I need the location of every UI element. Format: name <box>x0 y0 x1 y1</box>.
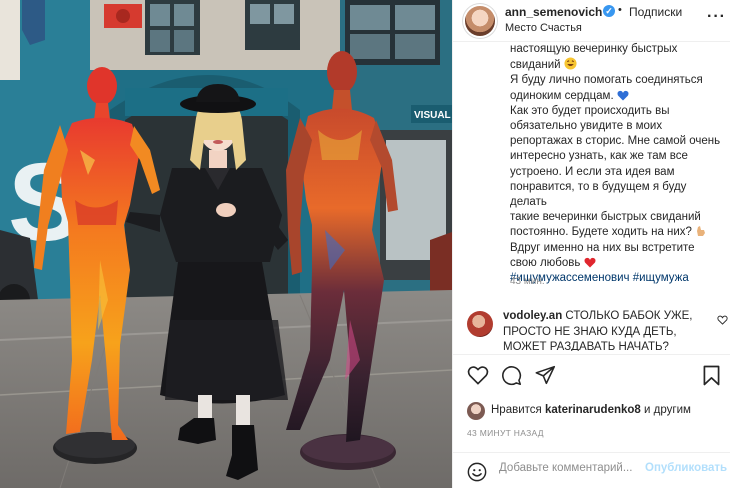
photo-scene: S VISUAL <box>0 0 452 488</box>
post-timestamp[interactable]: 43 МИНУТ НАЗАД <box>467 428 544 438</box>
red-heart-emoji-icon <box>584 257 596 268</box>
author-avatar[interactable] <box>465 6 495 36</box>
caption-line: одиноким сердцам. <box>510 89 722 104</box>
post-header: ann_semenovich ✓ • Подписки Место Счасть… <box>453 0 730 42</box>
caption-line: Как это будет происходить вы <box>510 104 670 117</box>
laughing-emoji-icon <box>564 57 577 70</box>
follow-state-button[interactable]: Подписки <box>629 5 682 19</box>
comment-body: vodoley.an СТОЛЬКО БАБОК УЖЕ, ПРОСТО НЕ … <box>503 309 703 351</box>
caption-line: понравится, то в будущем я буду делать <box>510 180 687 209</box>
more-horizontal-icon[interactable]: ··· <box>707 8 726 26</box>
comment-input[interactable] <box>499 462 639 474</box>
share-icon[interactable] <box>535 365 556 385</box>
commenter-username[interactable]: vodoley.an <box>503 310 562 322</box>
caption-line: Я буду лично помогать соединяться <box>510 74 703 87</box>
caption-line: свою любовь <box>510 256 722 271</box>
post-photo[interactable]: S VISUAL <box>0 0 452 488</box>
caption-line: постоянно. Будете ходить на них? <box>510 225 722 240</box>
comment-icon[interactable] <box>501 365 522 386</box>
publish-button[interactable]: Опубликовать <box>645 462 727 474</box>
separator-dot: • <box>618 4 622 16</box>
post-caption: настоящую вечеринку быстрых свиданий Я б… <box>510 42 722 286</box>
caption-line: такие вечеринки быстрых свиданий <box>510 211 701 224</box>
caption-line: свиданий <box>510 57 722 73</box>
add-comment-bar: Опубликовать <box>453 452 730 488</box>
likes-text: Нравится katerinarudenko8 и другим <box>491 404 691 416</box>
liker-avatar[interactable] <box>467 402 485 420</box>
commenter-avatar[interactable] <box>467 311 493 337</box>
verified-badge-icon: ✓ <box>603 5 615 17</box>
emoji-icon[interactable] <box>467 462 487 482</box>
heart-outline-icon[interactable] <box>717 315 728 325</box>
author-username[interactable]: ann_semenovich <box>505 5 602 19</box>
bookmark-icon[interactable] <box>703 365 720 386</box>
caption-line: интересно узнать, как же там все <box>510 150 688 163</box>
caption-line: настоящую вечеринку быстрых <box>510 43 678 55</box>
blue-heart-emoji-icon <box>617 90 629 101</box>
heart-icon[interactable] <box>467 365 489 385</box>
thinking-hand-emoji-icon <box>697 226 706 237</box>
action-bar <box>453 354 730 398</box>
caption-line: обязательно увидите в моих <box>510 120 663 133</box>
post-location[interactable]: Место Счастья <box>505 22 582 34</box>
caption-line: Вдруг именно на них вы встретите <box>510 241 695 254</box>
comment-item: vodoley.an СТОЛЬКО БАБОК УЖЕ, ПРОСТО НЕ … <box>467 309 730 351</box>
post-panel: ann_semenovich ✓ • Подписки Место Счасть… <box>452 0 730 488</box>
sign-text: VISUAL <box>414 110 451 121</box>
liker-username[interactable]: katerinarudenko8 <box>545 404 641 416</box>
caption-line: репортажах в сторис. Мне самой очень <box>510 135 721 148</box>
caption-time: 43 мин. <box>510 276 545 287</box>
caption-line: устроено. И если эта идея вам <box>510 165 675 178</box>
